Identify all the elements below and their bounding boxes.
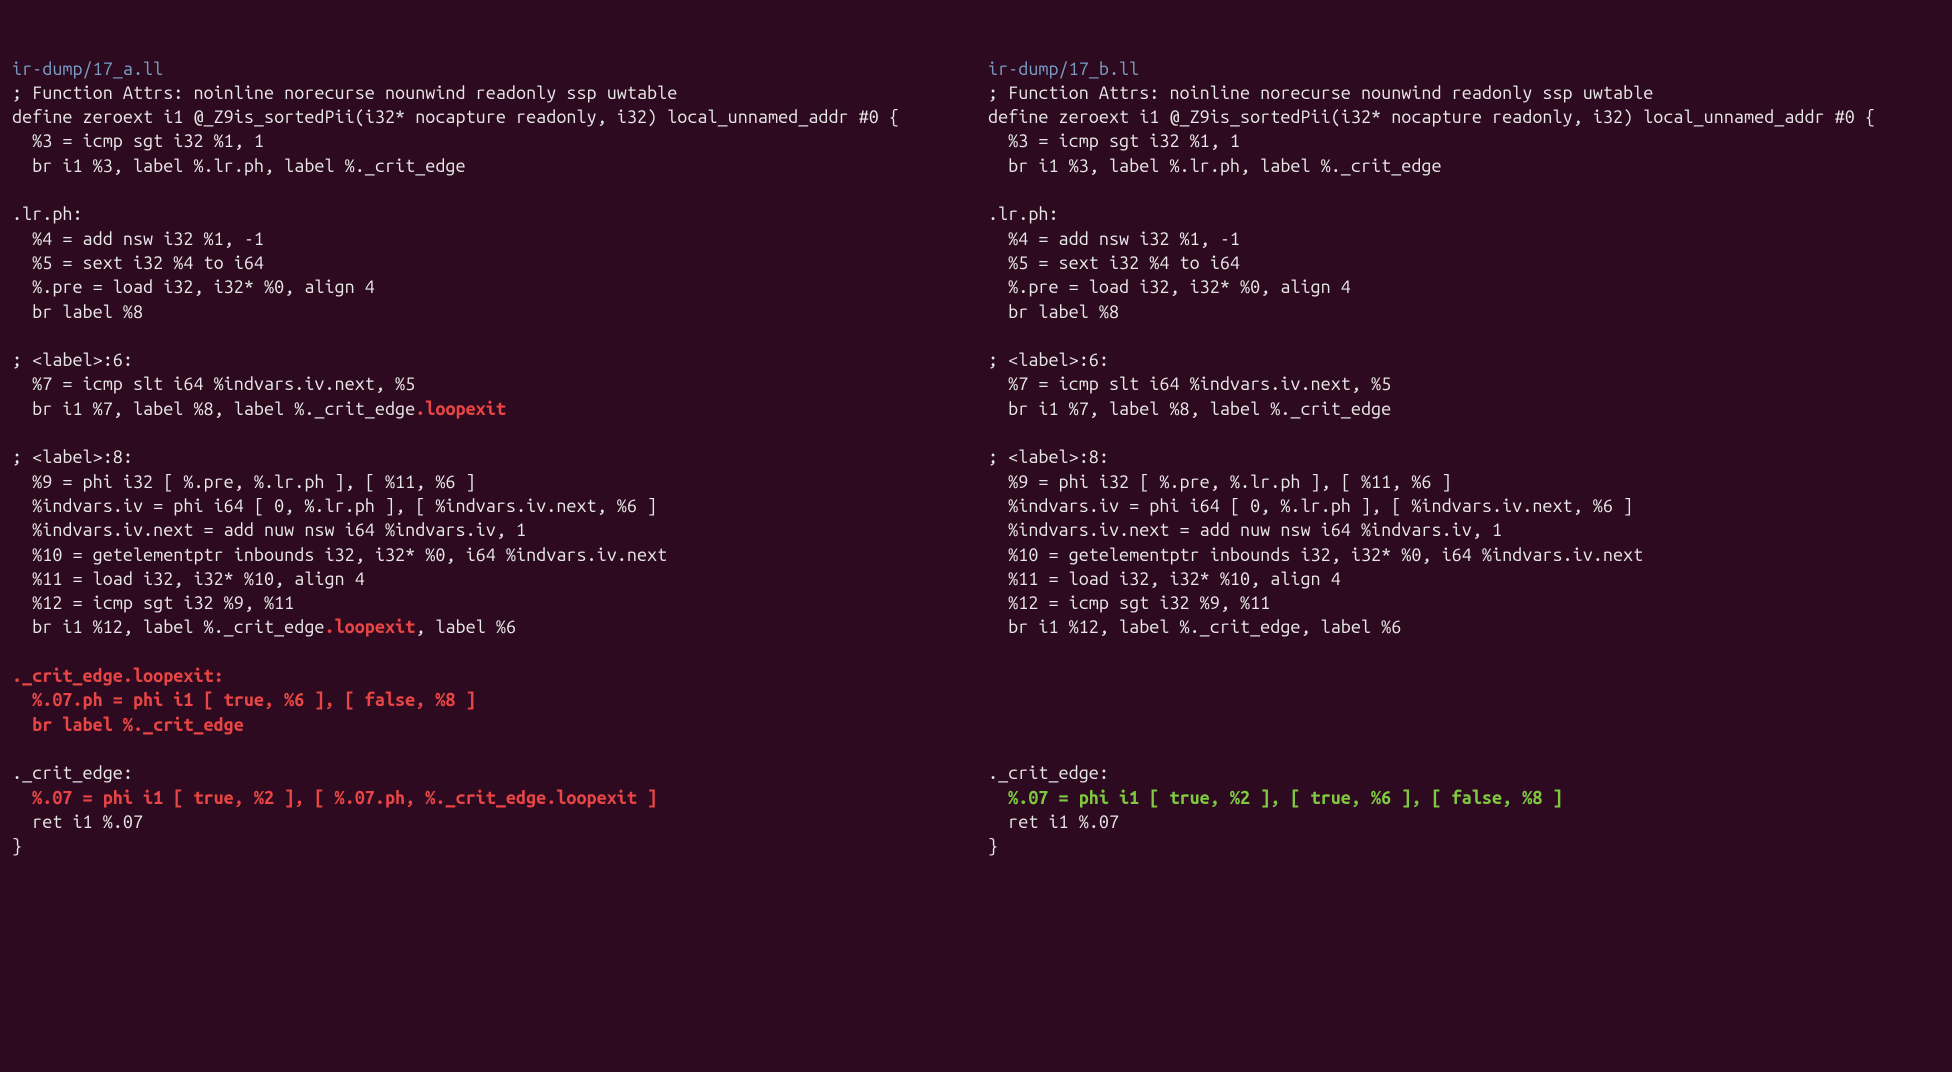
code-segment: br i1 %12, label %._crit_edge [12, 617, 324, 637]
code-segment: br i1 %7, label %8, label %._crit_edge [12, 399, 415, 419]
code-line [988, 737, 1940, 761]
code-line: ; <label>:8: [12, 445, 964, 469]
code-line: } [988, 834, 1940, 858]
code-line: %10 = getelementptr inbounds i32, i32* %… [988, 543, 1940, 567]
code-line [988, 324, 1940, 348]
code-line: %3 = icmp sgt i32 %1, 1 [12, 129, 964, 153]
code-line: %12 = icmp sgt i32 %9, %11 [12, 591, 964, 615]
code-line [988, 688, 1940, 712]
code-line: br i1 %12, label %._crit_edge, label %6 [988, 615, 1940, 639]
code-line: %indvars.iv = phi i64 [ 0, %.lr.ph ], [ … [12, 494, 964, 518]
code-line: br i1 %3, label %.lr.ph, label %._crit_e… [988, 154, 1940, 178]
code-line: ret i1 %.07 [988, 810, 1940, 834]
code-segment: .loopexit [415, 399, 506, 419]
code-line: %4 = add nsw i32 %1, -1 [988, 227, 1940, 251]
code-line: br label %8 [988, 300, 1940, 324]
code-line: %.07 = phi i1 [ true, %2 ], [ true, %6 ]… [988, 786, 1940, 810]
code-line: %5 = sext i32 %4 to i64 [988, 251, 1940, 275]
code-line [988, 421, 1940, 445]
code-line [12, 324, 964, 348]
left-code-block: ; Function Attrs: noinline norecurse nou… [12, 81, 964, 859]
code-line: %7 = icmp slt i64 %indvars.iv.next, %5 [12, 372, 964, 396]
code-line: } [12, 834, 964, 858]
code-line [12, 178, 964, 202]
code-line: %indvars.iv = phi i64 [ 0, %.lr.ph ], [ … [988, 494, 1940, 518]
code-line: %4 = add nsw i32 %1, -1 [12, 227, 964, 251]
code-line: %3 = icmp sgt i32 %1, 1 [988, 129, 1940, 153]
code-line: br i1 %12, label %._crit_edge.loopexit, … [12, 615, 964, 639]
code-line: %.pre = load i32, i32* %0, align 4 [988, 275, 1940, 299]
code-line: %10 = getelementptr inbounds i32, i32* %… [12, 543, 964, 567]
code-line [12, 737, 964, 761]
code-line [988, 640, 1940, 664]
code-line: %7 = icmp slt i64 %indvars.iv.next, %5 [988, 372, 1940, 396]
left-diff-pane: ir-dump/17_a.ll; Function Attrs: noinlin… [0, 0, 976, 1072]
code-line: %.07 = phi i1 [ true, %2 ], [ %.07.ph, %… [12, 786, 964, 810]
code-line: ; <label>:6: [12, 348, 964, 372]
code-segment: , label %6 [415, 617, 516, 637]
code-line: %11 = load i32, i32* %10, align 4 [12, 567, 964, 591]
code-line: %9 = phi i32 [ %.pre, %.lr.ph ], [ %11, … [988, 470, 1940, 494]
code-line: %.07.ph = phi i1 [ true, %6 ], [ false, … [12, 688, 964, 712]
code-line [12, 421, 964, 445]
code-line: .lr.ph: [988, 202, 1940, 226]
code-line: define zeroext i1 @_Z9is_sortedPii(i32* … [12, 105, 964, 129]
code-line: %12 = icmp sgt i32 %9, %11 [988, 591, 1940, 615]
code-line: %5 = sext i32 %4 to i64 [12, 251, 964, 275]
code-line: ._crit_edge: [12, 761, 964, 785]
code-line: ; Function Attrs: noinline norecurse nou… [12, 81, 964, 105]
right-code-block: ; Function Attrs: noinline norecurse nou… [988, 81, 1940, 859]
code-line: %indvars.iv.next = add nuw nsw i64 %indv… [12, 518, 964, 542]
code-line: %11 = load i32, i32* %10, align 4 [988, 567, 1940, 591]
code-line: %9 = phi i32 [ %.pre, %.lr.ph ], [ %11, … [12, 470, 964, 494]
code-line: ret i1 %.07 [12, 810, 964, 834]
code-line: ; <label>:6: [988, 348, 1940, 372]
code-line: ; Function Attrs: noinline norecurse nou… [988, 81, 1940, 105]
code-line [988, 178, 1940, 202]
right-diff-pane: ir-dump/17_b.ll; Function Attrs: noinlin… [976, 0, 1952, 1072]
code-line: br i1 %7, label %8, label %._crit_edge.l… [12, 397, 964, 421]
code-line [12, 640, 964, 664]
code-line: br i1 %3, label %.lr.ph, label %._crit_e… [12, 154, 964, 178]
code-line: ._crit_edge: [988, 761, 1940, 785]
code-line: %indvars.iv.next = add nuw nsw i64 %indv… [988, 518, 1940, 542]
code-line: br label %8 [12, 300, 964, 324]
code-line: ; <label>:8: [988, 445, 1940, 469]
code-line [988, 713, 1940, 737]
code-line: ._crit_edge.loopexit: [12, 664, 964, 688]
code-line: .lr.ph: [12, 202, 964, 226]
code-line: define zeroext i1 @_Z9is_sortedPii(i32* … [988, 105, 1940, 129]
right-filename: ir-dump/17_b.ll [988, 57, 1940, 81]
code-segment: .loopexit [324, 617, 415, 637]
left-filename: ir-dump/17_a.ll [12, 57, 964, 81]
code-line [988, 664, 1940, 688]
code-line: br i1 %7, label %8, label %._crit_edge [988, 397, 1940, 421]
code-line: %.pre = load i32, i32* %0, align 4 [12, 275, 964, 299]
code-line: br label %._crit_edge [12, 713, 964, 737]
